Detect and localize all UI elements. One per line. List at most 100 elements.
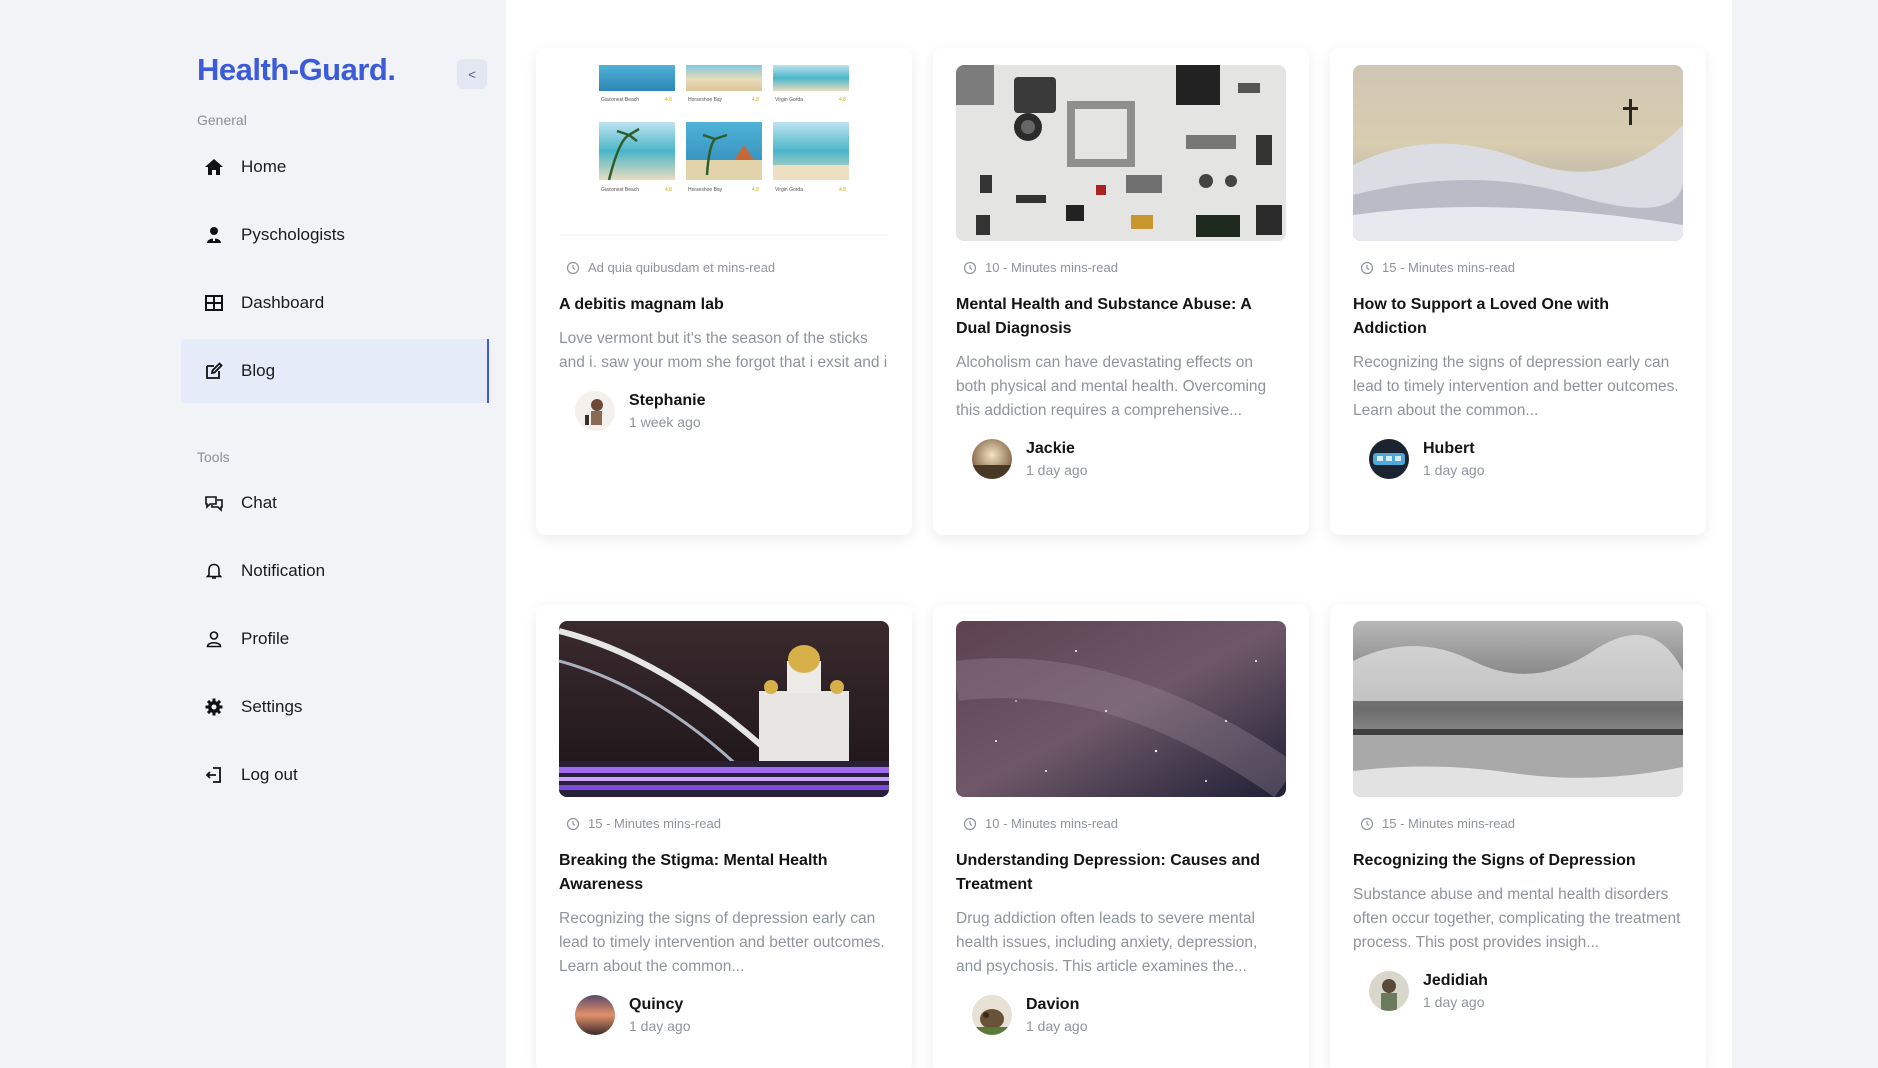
logout-icon bbox=[203, 764, 225, 786]
read-time-text: 15 - Minutes mins-read bbox=[1382, 260, 1515, 275]
read-time: 15 - Minutes mins-read bbox=[566, 816, 889, 831]
sidebar-item-blog[interactable]: Blog bbox=[181, 339, 489, 403]
thumb-caption: Giaconest Beach bbox=[601, 187, 639, 193]
blog-card-image bbox=[559, 621, 889, 797]
avatar[interactable] bbox=[972, 439, 1012, 479]
sidebar-item-dashboard[interactable]: Dashboard bbox=[181, 271, 489, 335]
bell-icon bbox=[203, 560, 225, 582]
author-name[interactable]: Quincy bbox=[629, 996, 691, 1014]
blog-card[interactable]: 15 - Minutes mins-read How to Support a … bbox=[1330, 48, 1706, 535]
author-name[interactable]: Stephanie bbox=[629, 392, 705, 410]
blog-card-excerpt: Drug addiction often leads to severe men… bbox=[956, 910, 1258, 975]
post-time: 1 week ago bbox=[629, 414, 701, 430]
blog-card[interactable]: 15 - Minutes mins-read Recognizing the S… bbox=[1330, 604, 1706, 1068]
read-time: 15 - Minutes mins-read bbox=[1360, 816, 1683, 831]
sidebar-item-settings[interactable]: Settings bbox=[181, 675, 489, 739]
brand-logo[interactable]: Health-Guard. bbox=[197, 52, 396, 88]
author-name[interactable]: Jackie bbox=[1026, 440, 1088, 458]
blog-card-image bbox=[1353, 65, 1683, 241]
read-time: 10 - Minutes mins-read bbox=[963, 260, 1286, 275]
avatar[interactable] bbox=[1369, 971, 1409, 1011]
read-time-text: 10 - Minutes mins-read bbox=[985, 260, 1118, 275]
sidebar-item-home[interactable]: Home bbox=[181, 135, 489, 199]
sidebar-item-label: Chat bbox=[241, 493, 277, 512]
thumb-caption: Giaconest Beach bbox=[601, 97, 639, 103]
blog-card-image bbox=[1353, 621, 1683, 797]
blog-card-title[interactable]: Mental Health and Substance Abuse: A Dua… bbox=[956, 293, 1286, 341]
avatar[interactable] bbox=[575, 995, 615, 1035]
clock-icon bbox=[963, 261, 977, 274]
collapse-sidebar-button[interactable]: < bbox=[457, 59, 487, 89]
blog-feed: Giaconest Beach 4.8 Horseshoe Bay 4.8 Vi… bbox=[506, 0, 1732, 1068]
grid-icon bbox=[203, 292, 225, 314]
post-time: 1 day ago bbox=[1026, 1018, 1088, 1034]
blog-card-image: Giaconest Beach 4.8 Horseshoe Bay 4.8 Vi… bbox=[559, 65, 889, 241]
clock-icon bbox=[566, 817, 580, 830]
chat-icon bbox=[203, 492, 225, 514]
sidebar-item-label: Notification bbox=[241, 561, 326, 580]
read-time: 10 - Minutes mins-read bbox=[963, 816, 1286, 831]
thumb-rating: 4.8 bbox=[665, 187, 672, 193]
read-time-text: Ad quia quibusdam et mins-read bbox=[588, 260, 776, 275]
read-time: Ad quia quibusdam et mins-read bbox=[566, 260, 889, 275]
thumb-caption: Horseshoe Bay bbox=[688, 187, 723, 193]
author-info: Jedidiah 1 day ago bbox=[1369, 971, 1683, 1011]
clock-icon bbox=[1360, 261, 1374, 274]
blog-card-title[interactable]: A debitis magnam lab bbox=[559, 293, 889, 317]
thumb-rating: 4.8 bbox=[752, 187, 759, 193]
sidebar-item-label: Log out bbox=[241, 765, 298, 784]
read-time-text: 10 - Minutes mins-read bbox=[985, 816, 1118, 831]
blog-card-image bbox=[956, 65, 1286, 241]
blog-card[interactable]: Giaconest Beach 4.8 Horseshoe Bay 4.8 Vi… bbox=[536, 48, 912, 535]
blog-card-excerpt: Recognizing the signs of depression earl… bbox=[559, 910, 885, 975]
clock-icon bbox=[963, 817, 977, 830]
blog-card-title[interactable]: How to Support a Loved One with Addictio… bbox=[1353, 293, 1683, 341]
sidebar-item-profile[interactable]: Profile bbox=[181, 607, 489, 671]
blog-card[interactable]: 15 - Minutes mins-read Breaking the Stig… bbox=[536, 604, 912, 1068]
read-time: 15 - Minutes mins-read bbox=[1360, 260, 1683, 275]
blog-card-excerpt: Substance abuse and mental health disord… bbox=[1353, 886, 1681, 951]
blog-card[interactable]: 10 - Minutes mins-read Understanding Dep… bbox=[933, 604, 1309, 1068]
author-name[interactable]: Jedidiah bbox=[1423, 972, 1488, 990]
sidebar-item-chat[interactable]: Chat bbox=[181, 471, 489, 535]
blog-card-excerpt: Recognizing the signs of depression earl… bbox=[1353, 354, 1679, 419]
blog-card-image bbox=[956, 621, 1286, 797]
blog-card[interactable]: 10 - Minutes mins-read Mental Health and… bbox=[933, 48, 1309, 535]
sidebar-item-label: Dashboard bbox=[241, 293, 325, 312]
blog-card-title[interactable]: Recognizing the Signs of Depression bbox=[1353, 849, 1683, 873]
thumb-rating: 4.8 bbox=[839, 187, 846, 193]
author-info: Hubert 1 day ago bbox=[1369, 439, 1683, 479]
post-time: 1 day ago bbox=[1423, 994, 1485, 1010]
section-label-tools: Tools bbox=[197, 449, 230, 465]
thumb-caption: Virgin Gorda bbox=[775, 97, 803, 103]
sidebar-item-label: Settings bbox=[241, 697, 303, 716]
person-icon bbox=[203, 224, 225, 246]
clock-icon bbox=[566, 261, 580, 274]
author-info: Jackie 1 day ago bbox=[972, 439, 1286, 479]
blog-card-excerpt: Love vermont but it's the season of the … bbox=[559, 330, 888, 371]
thumb-caption: Virgin Gorda bbox=[775, 187, 803, 193]
thumb-caption: Horseshoe Bay bbox=[688, 97, 723, 103]
sidebar-item-notification[interactable]: Notification bbox=[181, 539, 489, 603]
post-time: 1 day ago bbox=[1423, 462, 1485, 478]
section-label-general: General bbox=[197, 112, 247, 128]
clock-icon bbox=[1360, 817, 1374, 830]
author-name[interactable]: Davion bbox=[1026, 996, 1088, 1014]
avatar[interactable] bbox=[575, 391, 615, 431]
sidebar-item-label: Pyschologists bbox=[241, 225, 345, 244]
user-icon bbox=[203, 628, 225, 650]
blog-card-title[interactable]: Understanding Depression: Causes and Tre… bbox=[956, 849, 1286, 897]
thumb-rating: 4.8 bbox=[665, 97, 672, 103]
sidebar-item-logout[interactable]: Log out bbox=[181, 743, 489, 807]
home-icon bbox=[203, 156, 225, 178]
read-time-text: 15 - Minutes mins-read bbox=[1382, 816, 1515, 831]
avatar[interactable] bbox=[972, 995, 1012, 1035]
author-name[interactable]: Hubert bbox=[1423, 440, 1485, 458]
author-info: Davion 1 day ago bbox=[972, 995, 1286, 1035]
blog-card-title[interactable]: Breaking the Stigma: Mental Health Aware… bbox=[559, 849, 889, 897]
avatar[interactable] bbox=[1369, 439, 1409, 479]
sidebar-item-label: Home bbox=[241, 157, 287, 176]
thumb-rating: 4.8 bbox=[752, 97, 759, 103]
sidebar: Health-Guard. < General Home Pyschologis… bbox=[0, 0, 506, 1068]
sidebar-item-psychologists[interactable]: Pyschologists bbox=[181, 203, 489, 267]
